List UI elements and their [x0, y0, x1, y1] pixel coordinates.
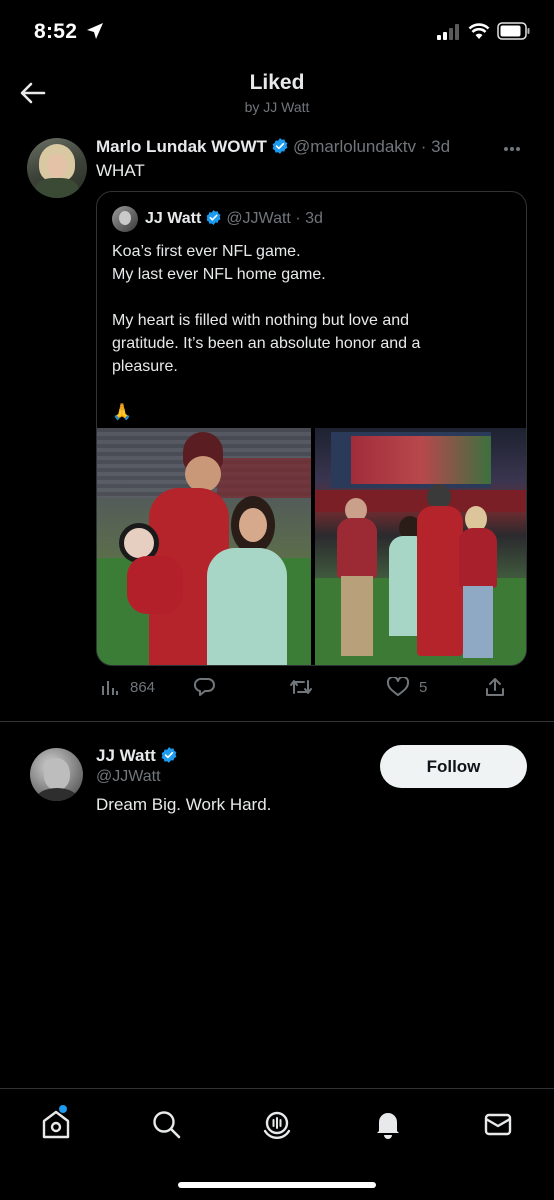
location-arrow-icon: [87, 23, 103, 39]
media-photo[interactable]: [97, 428, 311, 665]
follow-button[interactable]: Follow: [380, 745, 527, 788]
more-dots-icon[interactable]: [504, 138, 526, 151]
home-icon: [42, 1110, 70, 1139]
tweet-separator: ·: [420, 137, 427, 156]
views-icon: [102, 681, 118, 695]
avatar[interactable]: [27, 138, 87, 198]
home-indicator: [178, 1182, 376, 1188]
search-icon: [153, 1111, 181, 1139]
tweet-author-handle[interactable]: @marlolundaktv: [293, 137, 416, 156]
nav-spaces[interactable]: [260, 1107, 294, 1141]
user-handle: @JJWatt: [96, 768, 161, 785]
battery-icon: [497, 22, 530, 40]
quote-line: pleasure.: [112, 358, 178, 375]
retweet-icon: [290, 680, 312, 694]
user-display-name: JJ Watt: [96, 746, 156, 765]
quote-line: gratitude. It’s been an absolute honor a…: [112, 335, 421, 352]
nav-messages[interactable]: [481, 1107, 515, 1141]
media-photo[interactable]: [315, 428, 526, 665]
quote-avatar: [112, 206, 138, 232]
tweet-author-name[interactable]: Marlo Lundak WOWT: [96, 137, 267, 156]
user-card[interactable]: JJ Watt @JJWatt Dream Big. Work Hard. Fo…: [0, 723, 554, 843]
quote-line: My last ever NFL home game.: [112, 266, 326, 283]
avatar[interactable]: [30, 748, 83, 801]
share-icon: [486, 678, 504, 696]
tweet-text: WHAT: [96, 161, 145, 180]
tweet-time[interactable]: 3d: [431, 137, 450, 156]
nav-notifications[interactable]: [371, 1107, 405, 1141]
verified-badge-icon: [272, 138, 288, 154]
status-time: 8:52: [34, 20, 78, 43]
quote-media: [97, 428, 526, 665]
nav-search[interactable]: [149, 1107, 183, 1141]
quote-author-name: JJ Watt: [145, 210, 202, 227]
status-bar: 8:52: [0, 0, 554, 62]
verified-badge-icon: [206, 210, 221, 225]
quoted-tweet[interactable]: JJ Watt @JJWatt · 3d Koa’s first ever NFL…: [96, 191, 527, 666]
quote-line: My heart is filled with nothing but love…: [112, 312, 410, 329]
spaces-icon: [263, 1111, 291, 1139]
quote-line: 🙏: [112, 404, 132, 421]
like-button[interactable]: 5: [387, 675, 427, 699]
retweet-button[interactable]: [289, 675, 323, 699]
page-header: Liked by JJ Watt: [0, 62, 554, 124]
bell-icon: [377, 1113, 399, 1139]
user-name: JJ Watt: [96, 746, 182, 766]
reply-icon: [194, 677, 215, 696]
quote-header: JJ Watt @JJWatt · 3d: [145, 209, 323, 228]
quote-separator: ·: [295, 210, 301, 227]
notification-dot: [59, 1105, 67, 1113]
share-button[interactable]: [484, 675, 506, 699]
tweet-header: Marlo Lundak WOWT @marlolundaktv · 3d: [96, 137, 450, 157]
envelope-icon: [484, 1113, 512, 1136]
user-bio: Dream Big. Work Hard.: [96, 795, 272, 814]
like-count: 5: [419, 678, 428, 696]
wifi-icon: [468, 23, 490, 39]
reply-button[interactable]: [194, 675, 226, 699]
page-title: Liked: [249, 71, 305, 94]
views-button[interactable]: 864: [100, 675, 155, 699]
nav-home[interactable]: [39, 1105, 73, 1141]
quote-line: [112, 378, 512, 401]
quote-line: Koa’s first ever NFL game.: [112, 243, 301, 260]
verified-badge-icon: [161, 747, 177, 763]
tweet-actions: 864 5: [96, 675, 527, 699]
quote-text: Koa’s first ever NFL game. My last ever …: [112, 240, 512, 424]
views-count: 864: [130, 678, 156, 696]
quote-line: [112, 286, 512, 309]
signal-icon: [437, 24, 459, 40]
page-subtitle: by JJ Watt: [244, 99, 310, 115]
heart-icon: [387, 677, 409, 696]
tweet[interactable]: Marlo Lundak WOWT @marlolundaktv · 3d WHA…: [0, 124, 554, 722]
quote-time: 3d: [305, 210, 323, 227]
quote-author-handle: @JJWatt: [226, 210, 291, 227]
